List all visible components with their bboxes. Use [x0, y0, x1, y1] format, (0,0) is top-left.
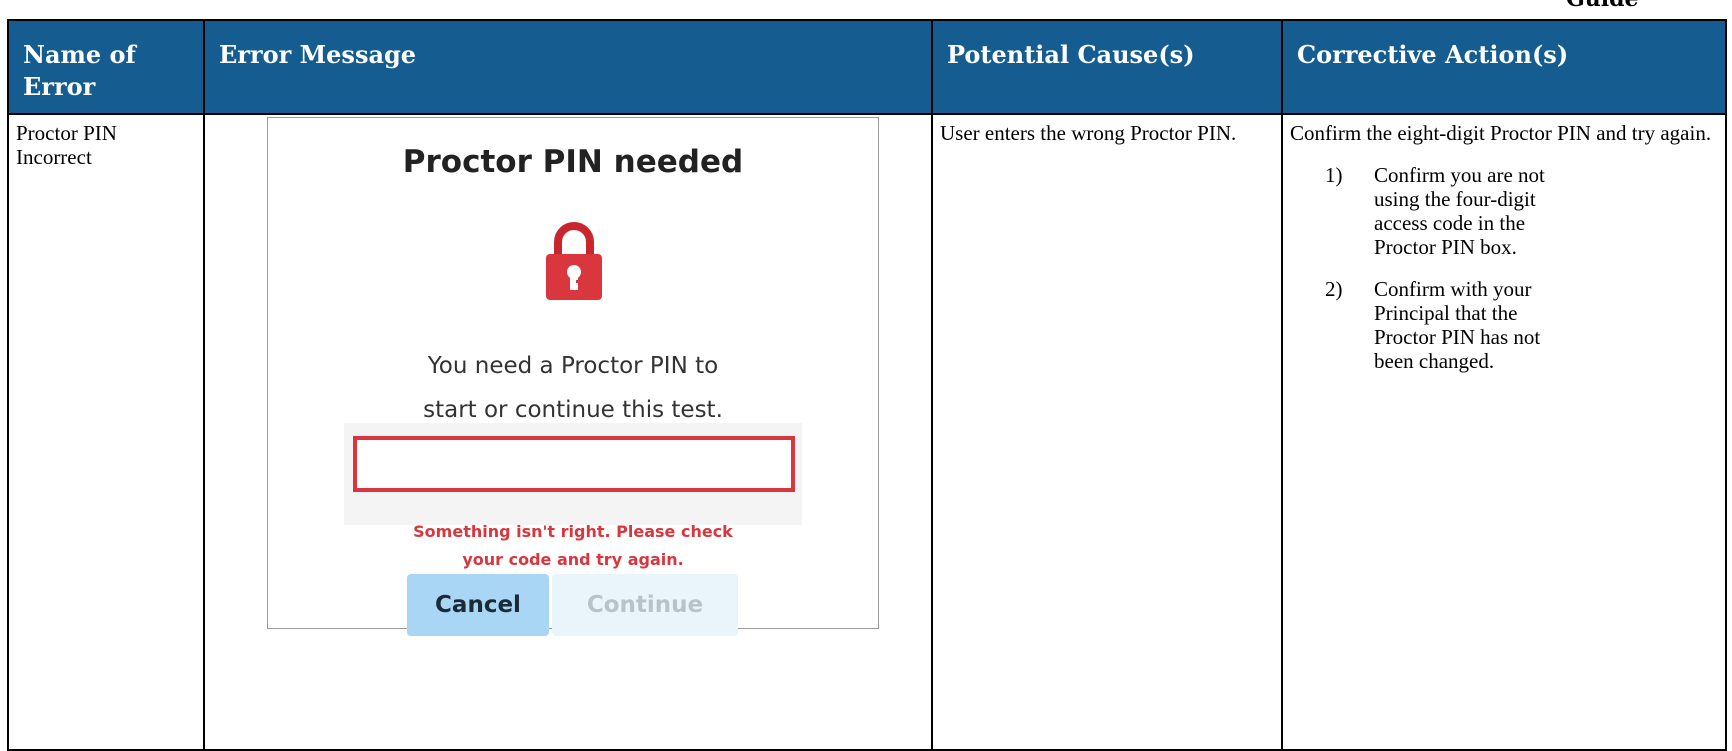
action-steps: 1) Confirm you are not using the four-di…: [1290, 163, 1718, 373]
potential-cause-cell: User enters the wrong Proctor PIN.: [931, 113, 1283, 751]
error-name-cell: Proctor PIN Incorrect: [7, 113, 205, 751]
error-message-cell: Proctor PIN needed You need a Proctor PI…: [203, 113, 933, 751]
table-header-row: Name of Error Error Message Potential Ca…: [7, 19, 1727, 115]
corrective-action-cell: Confirm the eight-digit Proctor PIN and …: [1281, 113, 1727, 751]
page-header-fragment: Guide: [1566, 0, 1639, 12]
continue-button[interactable]: Continue: [552, 574, 738, 636]
error-name: Proctor PIN Incorrect: [16, 121, 117, 169]
list-item: 2) Confirm with your Principal that the …: [1325, 277, 1554, 373]
header-error-message: Error Message: [203, 19, 933, 115]
proctor-pin-dialog: Proctor PIN needed You need a Proctor PI…: [267, 117, 879, 636]
dialog-prompt: You need a Proctor PIN to start or conti…: [423, 353, 723, 423]
step-number: 1): [1325, 163, 1343, 187]
step-text: Confirm with your Principal that the Pro…: [1374, 277, 1541, 373]
list-item: 1) Confirm you are not using the four-di…: [1325, 163, 1554, 259]
step-number: 2): [1325, 277, 1343, 301]
potential-cause: User enters the wrong Proctor PIN.: [940, 121, 1237, 145]
header-potential-causes: Potential Cause(s): [931, 19, 1283, 115]
action-intro: Confirm the eight-digit Proctor PIN and …: [1290, 121, 1712, 145]
dialog-title: Proctor PIN needed: [402, 144, 744, 180]
lock-icon: [546, 222, 602, 300]
pin-error-message: Something isn't right. Please check your…: [413, 522, 733, 569]
table-row: Proctor PIN Incorrect Proctor PIN needed: [7, 113, 1727, 751]
cancel-button[interactable]: Cancel: [407, 574, 549, 636]
error-table: Name of Error Error Message Potential Ca…: [7, 19, 1727, 751]
step-text: Confirm you are not using the four-digit…: [1374, 163, 1545, 259]
header-name-of-error: Name of Error: [7, 19, 205, 115]
header-corrective-actions: Corrective Action(s): [1281, 19, 1727, 115]
proctor-pin-input[interactable]: [353, 436, 795, 492]
